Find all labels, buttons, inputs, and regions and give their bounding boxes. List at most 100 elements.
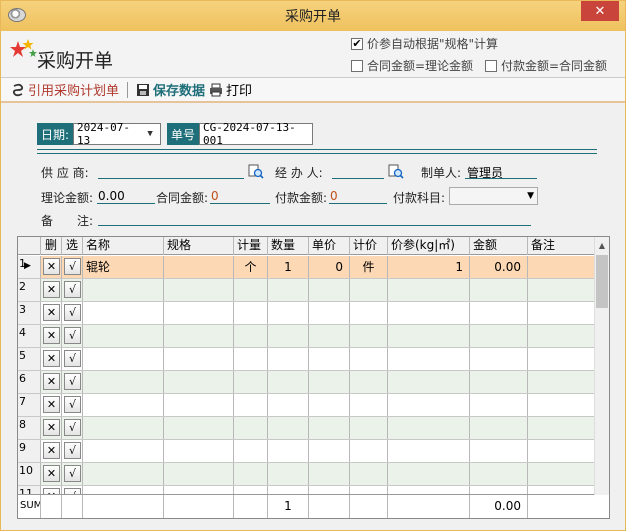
- cell-amount[interactable]: 0.00: [470, 256, 528, 278]
- cell-amount[interactable]: [470, 371, 528, 393]
- cell-price[interactable]: [309, 348, 350, 370]
- cell-unit[interactable]: 个: [234, 256, 268, 278]
- cell-name[interactable]: [83, 417, 164, 439]
- cell-spec[interactable]: [164, 302, 234, 324]
- cell-name[interactable]: [83, 302, 164, 324]
- cell-remark[interactable]: [528, 279, 595, 301]
- cell-unit[interactable]: [234, 302, 268, 324]
- cell-remark[interactable]: [528, 394, 595, 416]
- cell-price[interactable]: [309, 325, 350, 347]
- cell-qty[interactable]: [268, 325, 309, 347]
- cell-unit[interactable]: [234, 394, 268, 416]
- cell-price-unit[interactable]: [350, 371, 388, 393]
- cite-plan-button[interactable]: 引用采购计划单: [11, 80, 119, 99]
- cell-price-unit[interactable]: 件: [350, 256, 388, 278]
- table-row[interactable]: 2 ✕ √: [18, 279, 595, 302]
- contract-equals-theory-checkbox[interactable]: 合同金额=理论金额: [351, 57, 473, 74]
- cell-qty[interactable]: [268, 302, 309, 324]
- cell-qty[interactable]: [268, 371, 309, 393]
- cell-param[interactable]: [388, 302, 470, 324]
- cell-param[interactable]: [388, 325, 470, 347]
- select-row-icon[interactable]: √: [64, 304, 81, 321]
- cell-qty[interactable]: [268, 348, 309, 370]
- cell-price-unit[interactable]: [350, 463, 388, 485]
- scroll-up-icon[interactable]: ▲: [595, 237, 609, 254]
- pay-account-select[interactable]: ▼: [449, 187, 538, 205]
- cell-price[interactable]: [309, 279, 350, 301]
- table-row[interactable]: 1 ✕ √ 辊轮个 1 0 件 1 0.00 ▶: [18, 256, 595, 279]
- delete-row-icon[interactable]: ✕: [43, 465, 60, 482]
- delete-row-icon[interactable]: ✕: [43, 304, 60, 321]
- cell-unit[interactable]: [234, 325, 268, 347]
- cell-price[interactable]: [309, 302, 350, 324]
- cell-price-unit[interactable]: [350, 302, 388, 324]
- cell-name[interactable]: [83, 325, 164, 347]
- cell-price-unit[interactable]: [350, 279, 388, 301]
- header-spec[interactable]: 规格: [164, 237, 234, 255]
- checkbox-checked-icon[interactable]: ✔: [351, 37, 363, 50]
- select-row-icon[interactable]: √: [64, 350, 81, 367]
- chevron-down-icon[interactable]: ▼: [527, 191, 534, 201]
- cell-name[interactable]: [83, 279, 164, 301]
- cell-remark[interactable]: [528, 256, 595, 278]
- select-row-icon[interactable]: √: [64, 396, 81, 413]
- cell-unit[interactable]: [234, 440, 268, 462]
- delete-row-icon[interactable]: ✕: [43, 281, 60, 298]
- cell-param[interactable]: [388, 394, 470, 416]
- date-picker[interactable]: 2024-07-13 ▼: [73, 121, 162, 147]
- cell-amount[interactable]: [470, 394, 528, 416]
- cell-price-unit[interactable]: [350, 417, 388, 439]
- select-row-icon[interactable]: √: [64, 258, 81, 275]
- cell-name[interactable]: [83, 348, 164, 370]
- cell-amount[interactable]: [470, 325, 528, 347]
- remark-input[interactable]: [98, 225, 531, 226]
- cell-price[interactable]: [309, 394, 350, 416]
- cell-qty[interactable]: [268, 279, 309, 301]
- delete-row-icon[interactable]: ✕: [43, 258, 60, 275]
- cell-amount[interactable]: [470, 417, 528, 439]
- contract-amount-input[interactable]: 0: [211, 189, 219, 203]
- auto-calc-checkbox[interactable]: ✔ 价参自动根据"规格"计算: [351, 35, 498, 52]
- cell-qty[interactable]: [268, 440, 309, 462]
- cell-remark[interactable]: [528, 440, 595, 462]
- cell-param[interactable]: [388, 279, 470, 301]
- header-qty[interactable]: 数量: [268, 237, 309, 255]
- cell-qty[interactable]: [268, 417, 309, 439]
- print-button[interactable]: 打印: [209, 80, 252, 99]
- cell-price[interactable]: 0: [309, 256, 350, 278]
- cell-price-unit[interactable]: [350, 394, 388, 416]
- select-row-icon[interactable]: √: [64, 442, 81, 459]
- cell-unit[interactable]: [234, 463, 268, 485]
- cell-unit[interactable]: [234, 371, 268, 393]
- cell-name[interactable]: [83, 394, 164, 416]
- cell-spec[interactable]: [164, 348, 234, 370]
- header-name[interactable]: 名称: [83, 237, 164, 255]
- cell-param[interactable]: [388, 463, 470, 485]
- cell-amount[interactable]: [470, 463, 528, 485]
- handler-input[interactable]: [332, 178, 384, 179]
- scroll-thumb[interactable]: [596, 255, 608, 308]
- cell-price-unit[interactable]: [350, 325, 388, 347]
- cell-price[interactable]: [309, 371, 350, 393]
- cell-param[interactable]: 1: [388, 256, 470, 278]
- header-price-unit[interactable]: 计价: [350, 237, 388, 255]
- cell-name[interactable]: [83, 371, 164, 393]
- select-row-icon[interactable]: √: [64, 419, 81, 436]
- pay-equals-contract-checkbox[interactable]: 付款金额=合同金额: [485, 57, 607, 74]
- cell-amount[interactable]: [470, 440, 528, 462]
- table-row[interactable]: 10 ✕ √: [18, 463, 595, 486]
- cell-amount[interactable]: [470, 302, 528, 324]
- cell-spec[interactable]: [164, 279, 234, 301]
- save-button[interactable]: 保存数据: [136, 80, 205, 99]
- cell-qty[interactable]: 1: [268, 256, 309, 278]
- table-row[interactable]: 7 ✕ √: [18, 394, 595, 417]
- table-row[interactable]: 4 ✕ √: [18, 325, 595, 348]
- table-row[interactable]: 6 ✕ √: [18, 371, 595, 394]
- cell-remark[interactable]: [528, 463, 595, 485]
- header-unit[interactable]: 计量: [234, 237, 268, 255]
- cell-param[interactable]: [388, 440, 470, 462]
- checkbox-unchecked-icon[interactable]: [485, 59, 497, 72]
- table-row[interactable]: 5 ✕ √: [18, 348, 595, 371]
- table-row[interactable]: 3 ✕ √: [18, 302, 595, 325]
- cell-name[interactable]: [83, 463, 164, 485]
